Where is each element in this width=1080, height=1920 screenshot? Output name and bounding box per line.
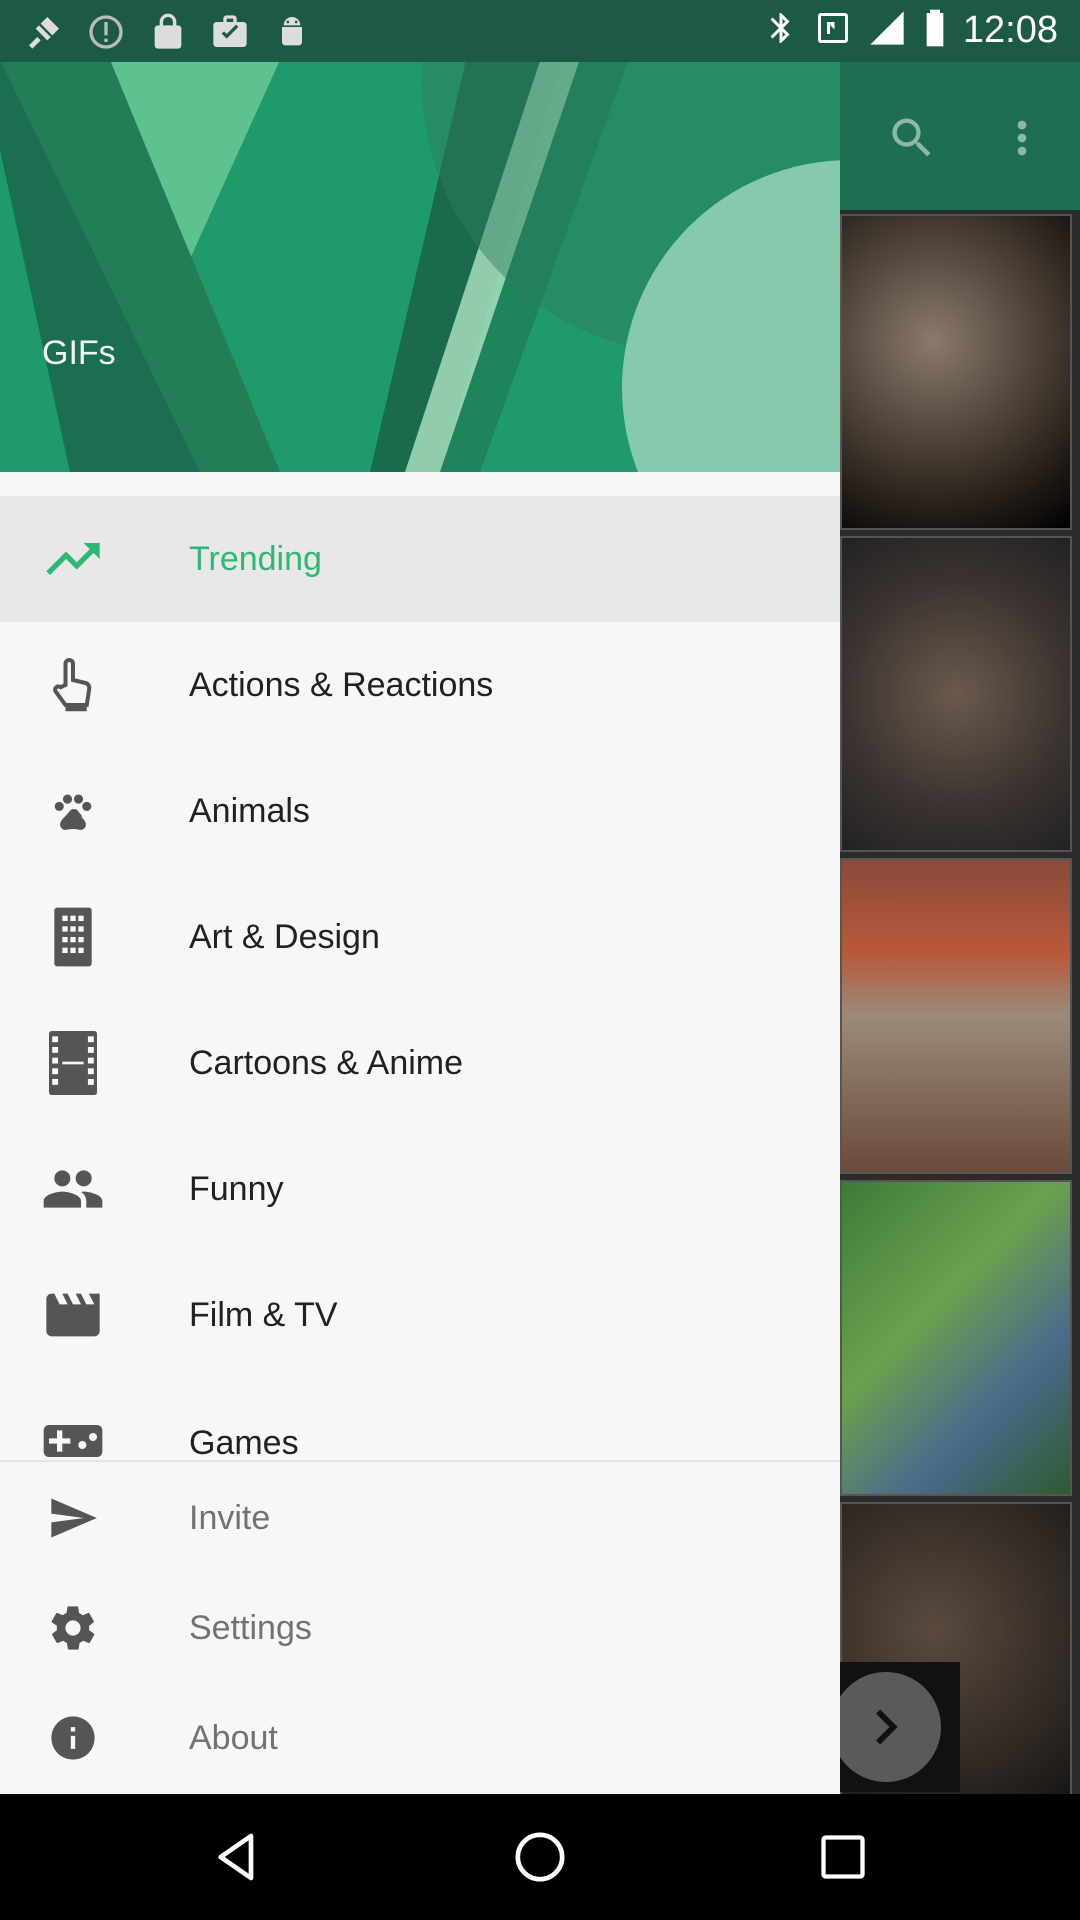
film-strip-icon: [40, 1030, 106, 1096]
nav-item-art-design[interactable]: Art & Design: [0, 874, 840, 1000]
nav-item-label: Invite: [189, 1498, 271, 1537]
status-bar: 12:08: [0, 0, 1080, 62]
back-icon[interactable]: [192, 1812, 282, 1902]
battery-icon: [923, 8, 947, 53]
nav-item-settings[interactable]: Settings: [0, 1566, 840, 1690]
hand-pointer-icon: [40, 652, 106, 718]
gif-thumbnail[interactable]: [840, 214, 1072, 530]
nav-item-animals[interactable]: Animals: [0, 748, 840, 874]
header-title: GIFs: [42, 334, 116, 372]
bluetooth-icon: [763, 8, 799, 53]
chevron-right-icon: [831, 1672, 941, 1782]
gear-icon: [40, 1595, 106, 1661]
nav-item-actions-reactions[interactable]: Actions & Reactions: [0, 622, 840, 748]
nav-item-label: Animals: [189, 791, 310, 830]
gif-thumbnail[interactable]: [840, 1180, 1072, 1496]
clapperboard-icon: [40, 1282, 106, 1348]
system-nav-bar: [0, 1794, 1080, 1920]
nav-item-label: Art & Design: [189, 917, 380, 956]
gif-thumbnail[interactable]: [840, 536, 1072, 852]
info-icon: [40, 1705, 106, 1771]
nav-item-label: Funny: [189, 1169, 284, 1208]
search-icon[interactable]: [876, 102, 948, 174]
nav-item-cartoons-anime[interactable]: Cartoons & Anime: [0, 1000, 840, 1126]
drawer-header: GIFs: [0, 0, 840, 472]
nav-item-label: Games: [189, 1424, 299, 1460]
send-icon: [40, 1485, 106, 1551]
building-icon: [40, 904, 106, 970]
paw-icon: [40, 778, 106, 844]
nav-item-label: Actions & Reactions: [189, 665, 494, 704]
alert-icon: [86, 12, 126, 57]
header-artwork: [0, 0, 840, 472]
nav-item-label: Film & TV: [189, 1295, 338, 1334]
trending-up-icon: [40, 526, 106, 592]
navigation-drawer: GIFs Trending Actions & Reactions Animal…: [0, 0, 840, 1794]
signal-icon: [867, 8, 907, 53]
android-icon: [272, 12, 312, 57]
briefcase-icon: [210, 12, 250, 57]
home-icon[interactable]: [495, 1812, 585, 1902]
gif-thumbnail[interactable]: [840, 858, 1072, 1174]
nfc-icon: [815, 8, 851, 53]
more-vert-icon[interactable]: [986, 102, 1058, 174]
nav-item-label: Trending: [189, 539, 322, 578]
lock-icon: [148, 12, 188, 57]
nav-item-label: Cartoons & Anime: [189, 1043, 464, 1082]
gamepad-icon: [40, 1408, 106, 1460]
recents-icon[interactable]: [798, 1812, 888, 1902]
nav-item-about[interactable]: About: [0, 1676, 840, 1794]
nav-item-trending[interactable]: Trending: [0, 496, 840, 622]
clock: 12:08: [962, 9, 1058, 51]
nav-item-label: About: [189, 1718, 278, 1757]
people-icon: [40, 1156, 106, 1222]
nav-item-funny[interactable]: Funny: [0, 1126, 840, 1252]
nav-item-film-tv[interactable]: Film & TV: [0, 1252, 840, 1378]
nav-item-invite[interactable]: Invite: [0, 1456, 840, 1580]
nav-item-games[interactable]: Games: [0, 1378, 840, 1460]
nav-item-label: Settings: [189, 1608, 312, 1647]
location-icon: [24, 12, 64, 57]
